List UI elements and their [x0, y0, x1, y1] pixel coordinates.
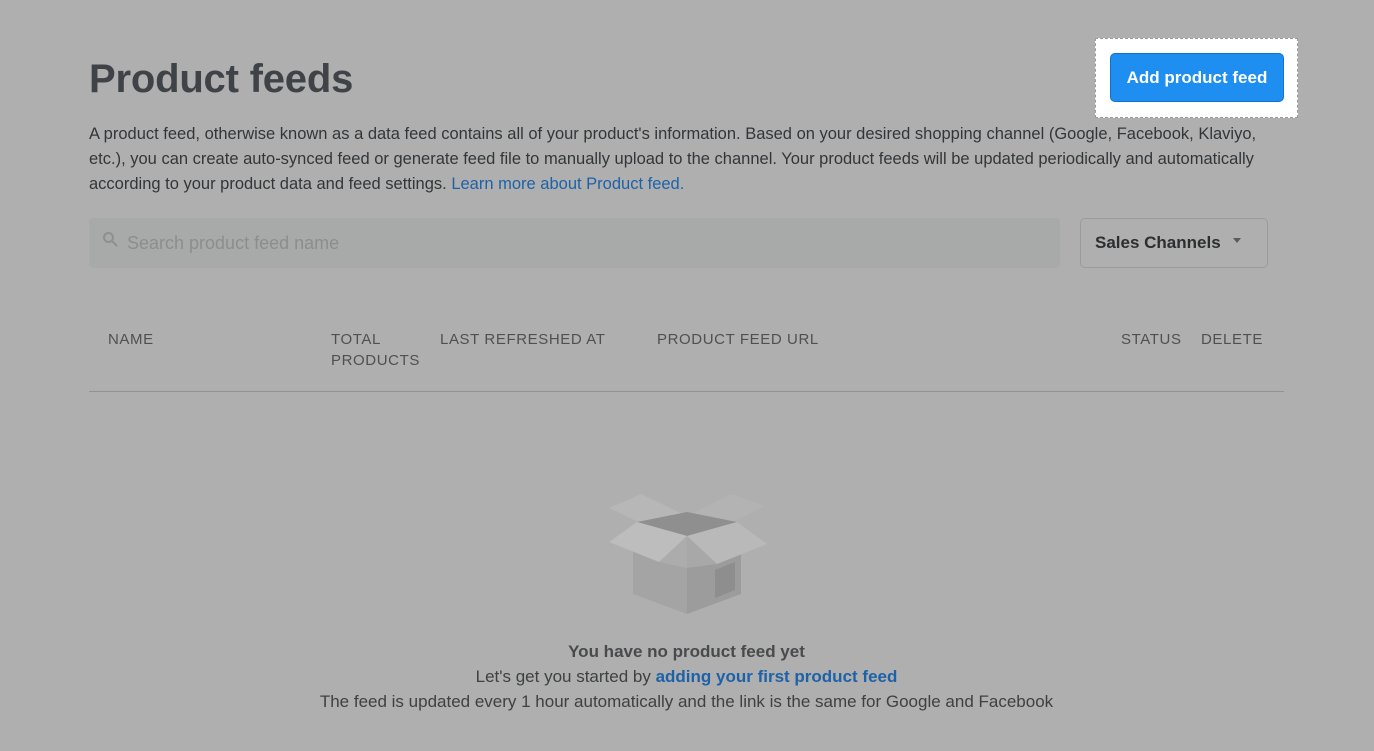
column-header-delete: DELETE — [1201, 331, 1263, 348]
sales-channels-dropdown[interactable]: Sales Channels — [1080, 218, 1268, 268]
page-description: A product feed, otherwise known as a dat… — [89, 122, 1289, 197]
column-header-name[interactable]: NAME — [108, 329, 154, 350]
empty-state: You have no product feed yet Let's get y… — [89, 486, 1284, 714]
open-box-icon — [608, 494, 767, 614]
product-feeds-page: Product feeds Add product feed A product… — [89, 0, 1298, 751]
empty-state-title: You have no product feed yet — [568, 642, 805, 661]
table-header: NAME TOTAL PRODUCTS LAST REFRESHED AT PR… — [89, 320, 1284, 392]
caret-down-icon — [1232, 237, 1241, 243]
empty-state-prompt: Let's get you started by adding your fir… — [89, 664, 1284, 689]
empty-state-prompt-text: Let's get you started by — [475, 667, 656, 686]
search-icon — [103, 232, 118, 247]
add-product-feed-button[interactable]: Add product feed — [1110, 53, 1284, 102]
column-header-status[interactable]: STATUS — [1121, 329, 1182, 350]
learn-more-link[interactable]: Learn more about Product feed. — [451, 175, 684, 193]
column-header-last-refreshed[interactable]: LAST REFRESHED AT — [440, 329, 606, 350]
column-header-feed-url: PRODUCT FEED URL — [657, 331, 819, 348]
sales-channels-label: Sales Channels — [1095, 233, 1221, 252]
page-title: Product feeds — [89, 57, 354, 101]
add-first-feed-link[interactable]: adding your first product feed — [656, 667, 898, 686]
column-header-total-products[interactable]: TOTAL PRODUCTS — [331, 329, 431, 371]
search-box[interactable] — [89, 218, 1060, 268]
empty-state-note: The feed is updated every 1 hour automat… — [319, 692, 1054, 711]
search-input[interactable] — [127, 218, 1027, 268]
